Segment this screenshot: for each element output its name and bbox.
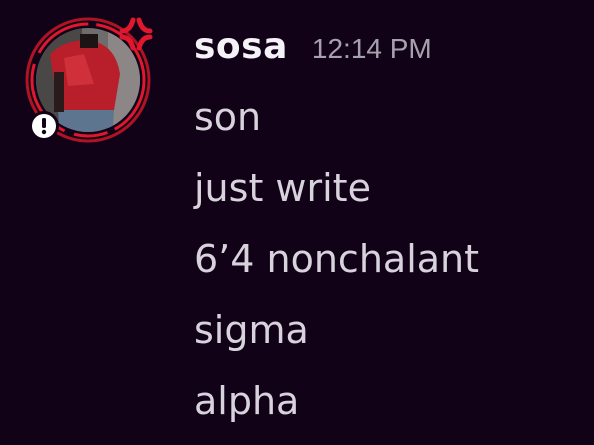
message-line: sigma (194, 308, 309, 352)
message-line: 6’4 nonchalant (194, 237, 480, 281)
username[interactable]: sosa (194, 20, 288, 74)
message-line: alpha (194, 379, 300, 423)
message-header: sosa 12:14 PM (194, 20, 432, 74)
exclamation-badge-icon (29, 111, 59, 141)
user-avatar (25, 17, 153, 143)
avatar[interactable] (24, 14, 164, 154)
timestamp[interactable]: 12:14 PM (312, 22, 432, 76)
message-lines: son just write 6’4 nonchalant sigma alph… (194, 82, 584, 437)
message-line: just write (194, 166, 371, 210)
message-line: son (194, 95, 262, 139)
chat-message: sosa 12:14 PM son just write 6’4 nonchal… (0, 0, 594, 445)
